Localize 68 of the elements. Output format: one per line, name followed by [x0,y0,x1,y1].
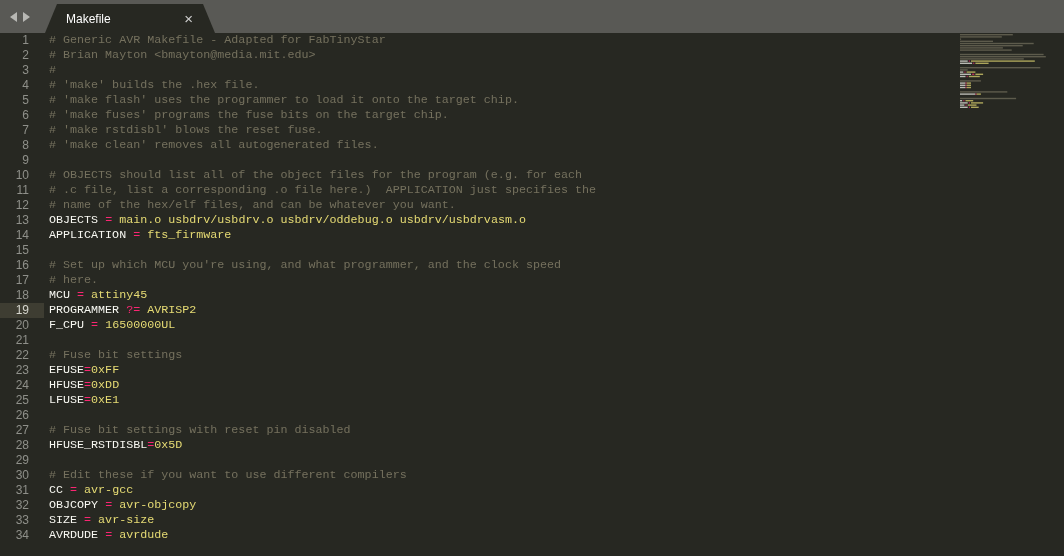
line-number: 2 [21,48,30,63]
code-line: APPLICATION = fts_firmware [49,228,232,243]
code-line: # 'make fuses' programs the fuse bits on the target chip. [49,108,449,123]
line-number: 14 [14,228,30,243]
line-number: 34 [14,528,30,543]
code-line: SIZE = avr-size [49,513,155,528]
code-line: EFUSE=0xFF [49,363,120,378]
line-number: 9 [21,153,30,168]
code-line: # [49,63,56,78]
line-number: 16 [14,258,30,273]
line-number: 25 [14,393,30,408]
minimap-drawing[interactable] [960,34,1046,108]
line-number: 30 [14,468,30,483]
code-line: # 'make rstdisbl' blows the reset fuse. [49,123,323,138]
back-arrow-icon[interactable] [10,11,18,22]
line-number: 4 [21,78,30,93]
line-number: 22 [14,348,30,363]
line-number: 11 [15,183,30,198]
line-number: 12 [14,198,30,213]
code-line: LFUSE=0xE1 [49,393,120,408]
code-line: # here. [49,273,99,288]
code-line: # 'make' builds the .hex file. [49,78,260,93]
line-number: 32 [14,498,30,513]
line-number: 28 [14,438,30,453]
forward-arrow-icon[interactable] [22,11,30,22]
line-number: 31 [14,483,30,498]
line-number: 26 [14,408,30,423]
line-number: 19 [0,303,44,318]
code-line: MCU = attiny45 [49,288,148,303]
code-line: # Edit these if you want to use different compilers [49,468,407,483]
line-number: 1 [21,33,30,48]
line-number: 24 [14,378,30,393]
code-line: # name of the hex/elf files, and can be whatever you want. [49,198,456,213]
code-line: # Set up which MCU you're using, and what programmer, and the clock speed [49,258,561,273]
line-number: 20 [14,318,30,333]
code-line: # Fuse bit settings [49,348,183,363]
code-line: # .c file, list a corresponding .o file here.) APPLICATION just specifies the [49,183,597,198]
line-number: 18 [14,288,30,303]
line-number: 27 [14,423,30,438]
line-number: 6 [21,108,30,123]
code-line: CC = avr-gcc [49,483,134,498]
line-number: 29 [14,453,30,468]
file-tab[interactable]: Makefile × [45,4,215,33]
line-number: 21 [14,333,30,348]
code-line: # 'make flash' uses the programmer to load it onto the target chip. [49,93,519,108]
line-number: 8 [21,138,30,153]
code-line: HFUSE=0xDD [49,378,120,393]
line-number: 33 [14,513,30,528]
line-number: 10 [14,168,30,183]
line-number: 3 [21,63,30,78]
code-line: # Brian Mayton <bmayton@media.mit.edu> [49,48,316,63]
code-line: # OBJECTS should list all of the object files for the program (e.g. for each [49,168,583,183]
code-line: HFUSE_RSTDISBL=0x5D [49,438,183,453]
line-number: 17 [14,273,30,288]
line-number: 13 [14,213,30,228]
line-number: 23 [14,363,30,378]
line-number: 5 [21,93,30,108]
close-icon[interactable]: × [184,10,193,27]
code-line: # 'make clean' removes all autogenerated files. [49,138,379,153]
line-number: 7 [21,123,30,138]
code-line: OBJCOPY = avr-objcopy [49,498,197,513]
code-line: F_CPU = 16500000UL [49,318,176,333]
code-line: PROGRAMMER ?= AVRISP2 [49,303,197,318]
code-line: OBJECTS = main.o usbdrv/usbdrv.o usbdrv/oddebug.o usbdrv/usbdrvasm.o [49,213,526,228]
code-line: AVRDUDE = avrdude [49,528,169,543]
line-number: 15 [14,243,30,258]
code-line: # Generic AVR Makefile - Adapted for FabTinyStar [49,33,386,48]
code-line: # Fuse bit settings with reset pin disabled [49,423,351,438]
